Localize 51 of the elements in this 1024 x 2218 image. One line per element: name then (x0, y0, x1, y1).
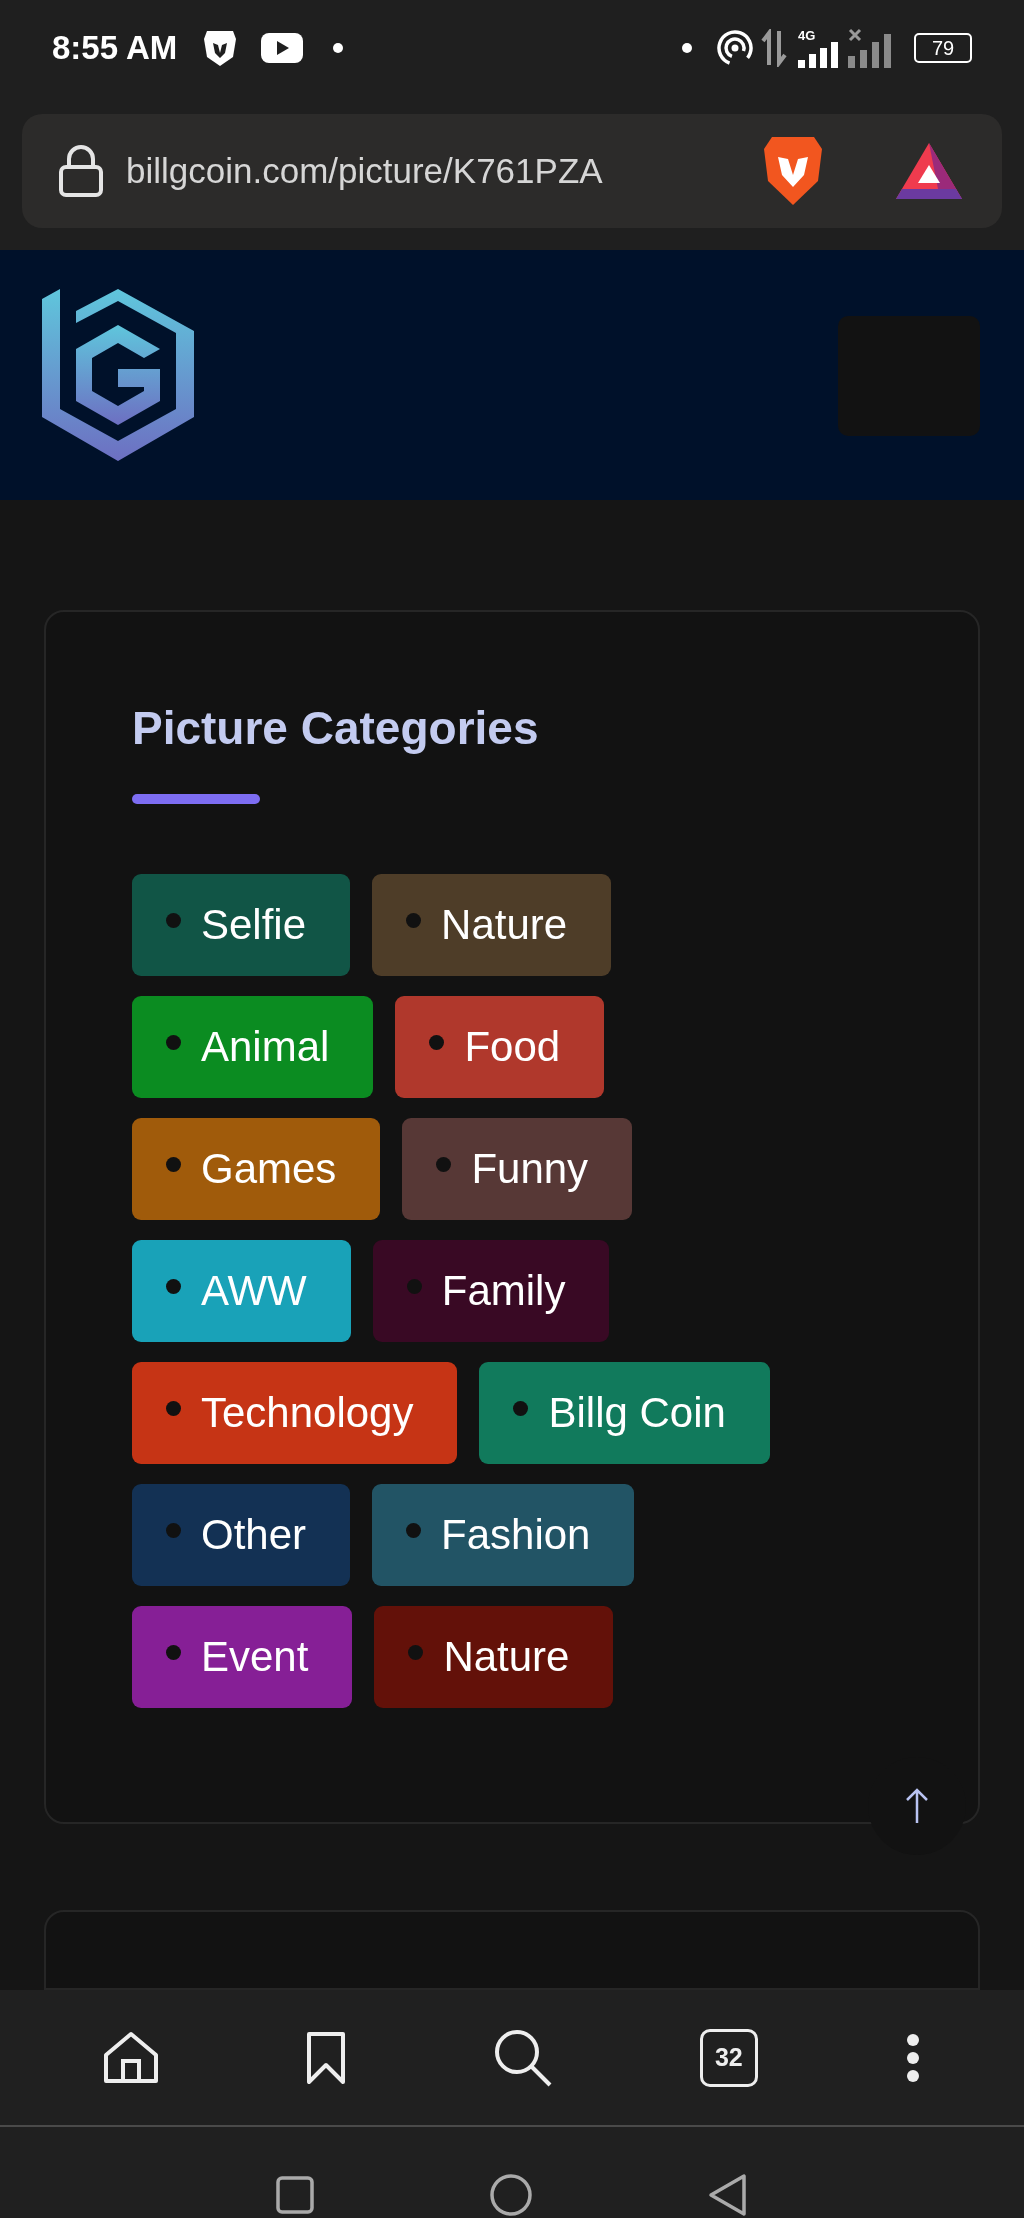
bullet-icon (166, 1523, 181, 1538)
home-circle-icon[interactable] (490, 2174, 532, 2216)
bullet-icon (406, 913, 422, 928)
category-tag[interactable]: Funny (402, 1117, 633, 1220)
lock-icon (58, 145, 104, 197)
bullet-icon (166, 1157, 181, 1172)
recents-icon[interactable] (276, 2176, 314, 2214)
category-tag[interactable]: Technology (132, 1361, 458, 1464)
category-tag[interactable]: Family (372, 1239, 610, 1342)
network-type: 4G (798, 28, 816, 42)
signal-icon (798, 41, 838, 68)
bullet-icon (166, 1645, 181, 1660)
url-text: billgcoin.com/picture/K761PZA (126, 149, 603, 192)
tab-count-button[interactable]: 32 (699, 2028, 758, 2087)
status-time: 8:55 AM (52, 28, 178, 69)
category-tag[interactable]: Nature (374, 1605, 614, 1708)
bullet-icon (406, 1279, 422, 1294)
triangle-logo-icon[interactable] (896, 143, 962, 199)
bullet-icon (166, 1279, 181, 1294)
data-arrows-icon (760, 29, 788, 67)
category-tag[interactable]: Nature (372, 873, 612, 976)
hotspot-icon (716, 29, 754, 67)
category-tag[interactable]: Selfie (132, 873, 351, 976)
category-tag[interactable]: Other (132, 1483, 351, 1586)
bullet-icon (436, 1157, 452, 1172)
category-tag[interactable]: Billg Coin (479, 1361, 770, 1464)
play-icon (261, 33, 304, 63)
home-icon[interactable] (103, 2030, 160, 2085)
category-tag[interactable]: Event (132, 1605, 353, 1708)
bullet-icon (166, 913, 181, 928)
address-bar[interactable]: billgcoin.com/picture/K761PZA (22, 114, 1002, 228)
card-title: Picture Categories (132, 701, 540, 756)
bullet-icon (166, 1035, 181, 1050)
category-tag[interactable]: Animal (132, 995, 374, 1098)
dot-icon (682, 43, 692, 53)
more-icon[interactable] (904, 2031, 921, 2084)
search-icon[interactable] (493, 2027, 553, 2088)
back-icon[interactable] (708, 2173, 748, 2217)
bullet-icon (513, 1401, 529, 1416)
category-tag[interactable]: Food (395, 995, 605, 1098)
category-tag[interactable]: Games (132, 1117, 381, 1220)
bullet-icon (406, 1523, 422, 1538)
bookmark-icon[interactable] (306, 2030, 347, 2085)
bullet-icon (166, 1401, 181, 1416)
bullet-icon (429, 1035, 445, 1050)
battery-indicator: 79 (914, 33, 972, 63)
dot-icon (333, 43, 344, 53)
bullet-icon (408, 1645, 424, 1660)
arrow-up-icon (905, 1787, 929, 1825)
category-tag[interactable]: Fashion (372, 1483, 635, 1586)
hexagon-logo[interactable] (42, 289, 194, 461)
